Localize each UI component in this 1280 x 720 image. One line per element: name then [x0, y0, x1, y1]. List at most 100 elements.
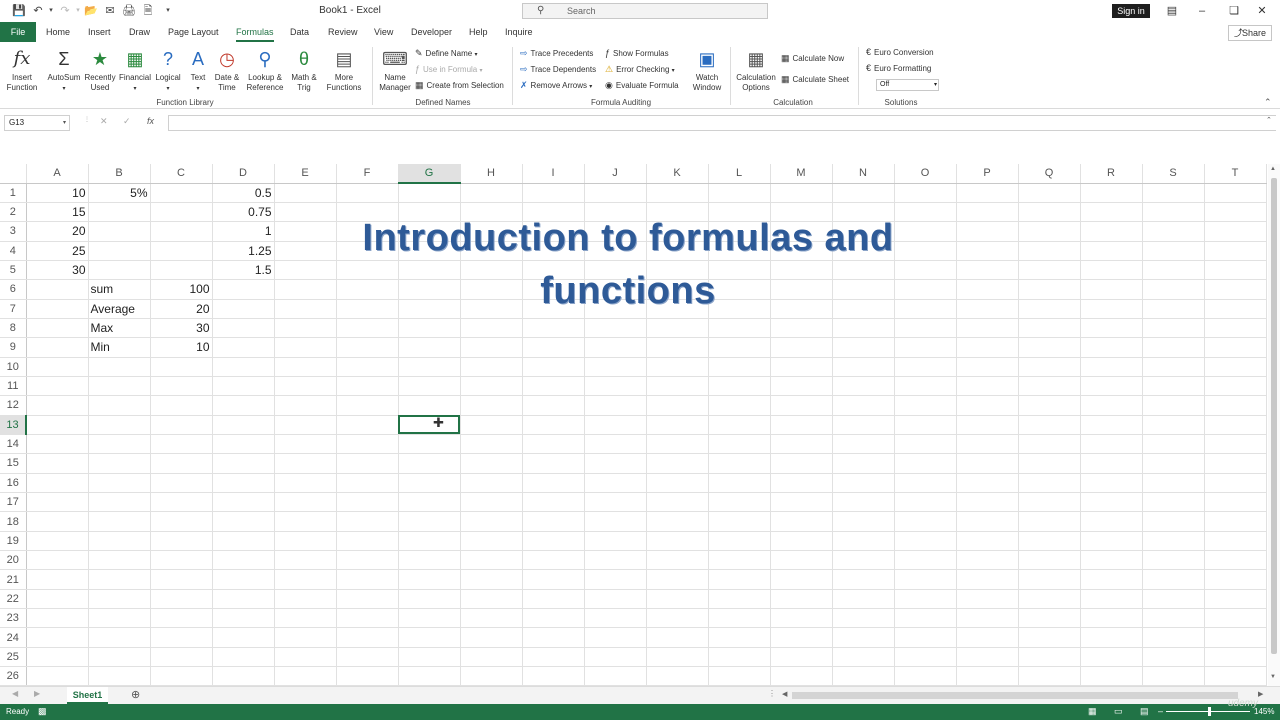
- cell-i25[interactable]: [522, 647, 585, 668]
- cell-d13[interactable]: [212, 415, 275, 435]
- cancel-icon[interactable]: ✕: [100, 116, 108, 127]
- cell-a9[interactable]: [26, 337, 89, 358]
- cell-s13[interactable]: [1142, 415, 1205, 435]
- cell-d19[interactable]: [212, 531, 275, 552]
- cell-t5[interactable]: [1204, 260, 1267, 281]
- cell-t3[interactable]: [1204, 221, 1267, 242]
- cell-b21[interactable]: [88, 569, 151, 590]
- financial-button[interactable]: ▦ Financial ▾: [118, 47, 152, 93]
- cell-a5[interactable]: 30: [26, 260, 89, 281]
- formula-input[interactable]: [168, 115, 1276, 131]
- cell-d4[interactable]: 1.25: [212, 241, 275, 261]
- cell-h25[interactable]: [460, 647, 523, 668]
- cell-r22[interactable]: [1080, 589, 1143, 610]
- cell-o9[interactable]: [894, 337, 957, 358]
- cell-a25[interactable]: [26, 647, 89, 668]
- cell-g15[interactable]: [398, 453, 461, 474]
- cell-n8[interactable]: [832, 318, 895, 339]
- row-header-21[interactable]: 21: [0, 569, 27, 590]
- cell-b20[interactable]: [88, 550, 151, 571]
- column-header-k[interactable]: K: [646, 164, 709, 184]
- cell-o12[interactable]: [894, 395, 957, 416]
- cell-r6[interactable]: [1080, 279, 1143, 300]
- cell-e23[interactable]: [274, 608, 337, 629]
- cell-r20[interactable]: [1080, 550, 1143, 571]
- cell-a23[interactable]: [26, 608, 89, 629]
- sheet-tab-sheet1[interactable]: Sheet1: [67, 687, 108, 704]
- cell-r21[interactable]: [1080, 569, 1143, 590]
- row-header-24[interactable]: 24: [0, 627, 27, 648]
- column-header-m[interactable]: M: [770, 164, 833, 184]
- cell-m18[interactable]: [770, 511, 833, 532]
- cell-d5[interactable]: 1.5: [212, 260, 275, 281]
- cell-o24[interactable]: [894, 627, 957, 648]
- cell-e25[interactable]: [274, 647, 337, 668]
- cell-o17[interactable]: [894, 492, 957, 513]
- cell-s14[interactable]: [1142, 434, 1205, 455]
- cell-q2[interactable]: [1018, 202, 1081, 223]
- horizontal-scroll-thumb[interactable]: [792, 692, 1238, 699]
- cell-o18[interactable]: [894, 511, 957, 532]
- cell-n17[interactable]: [832, 492, 895, 513]
- cell-q1[interactable]: [1018, 183, 1081, 203]
- cell-r19[interactable]: [1080, 531, 1143, 552]
- cell-j15[interactable]: [584, 453, 647, 474]
- cell-t18[interactable]: [1204, 511, 1267, 532]
- cell-r4[interactable]: [1080, 241, 1143, 261]
- cell-g14[interactable]: [398, 434, 461, 455]
- column-header-l[interactable]: L: [708, 164, 771, 184]
- cell-i15[interactable]: [522, 453, 585, 474]
- cell-t2[interactable]: [1204, 202, 1267, 223]
- cell-p15[interactable]: [956, 453, 1019, 474]
- cell-m25[interactable]: [770, 647, 833, 668]
- cell-t4[interactable]: [1204, 241, 1267, 261]
- cell-c9[interactable]: 10: [150, 337, 213, 358]
- cell-m19[interactable]: [770, 531, 833, 552]
- cell-i24[interactable]: [522, 627, 585, 648]
- cell-i11[interactable]: [522, 376, 585, 397]
- prev-sheet-icon[interactable]: ◀: [12, 689, 18, 698]
- cell-b15[interactable]: [88, 453, 151, 474]
- cell-c6[interactable]: 100: [150, 279, 213, 300]
- more-functions-button[interactable]: ▤ More Functions: [322, 47, 366, 93]
- cell-a8[interactable]: [26, 318, 89, 339]
- column-header-i[interactable]: I: [522, 164, 585, 184]
- cell-a15[interactable]: [26, 453, 89, 474]
- cell-s23[interactable]: [1142, 608, 1205, 629]
- cell-p18[interactable]: [956, 511, 1019, 532]
- cell-n16[interactable]: [832, 473, 895, 494]
- add-sheet-icon[interactable]: ⊕: [131, 688, 140, 701]
- cell-q4[interactable]: [1018, 241, 1081, 261]
- cell-g25[interactable]: [398, 647, 461, 668]
- cell-m10[interactable]: [770, 357, 833, 377]
- cell-e11[interactable]: [274, 376, 337, 397]
- cell-i10[interactable]: [522, 357, 585, 377]
- scroll-right-icon[interactable]: ▶: [1258, 690, 1263, 698]
- cell-j20[interactable]: [584, 550, 647, 571]
- cell-h19[interactable]: [460, 531, 523, 552]
- cell-q17[interactable]: [1018, 492, 1081, 513]
- cell-p10[interactable]: [956, 357, 1019, 377]
- cell-d18[interactable]: [212, 511, 275, 532]
- cell-o23[interactable]: [894, 608, 957, 629]
- cell-r25[interactable]: [1080, 647, 1143, 668]
- cell-l15[interactable]: [708, 453, 771, 474]
- column-header-a[interactable]: A: [26, 164, 89, 184]
- column-header-t[interactable]: T: [1204, 164, 1267, 184]
- cell-n14[interactable]: [832, 434, 895, 455]
- cell-s20[interactable]: [1142, 550, 1205, 571]
- cell-a24[interactable]: [26, 627, 89, 648]
- cell-l9[interactable]: [708, 337, 771, 358]
- cell-q20[interactable]: [1018, 550, 1081, 571]
- page-layout-view-icon[interactable]: ▭: [1114, 706, 1123, 717]
- cell-l17[interactable]: [708, 492, 771, 513]
- cell-o25[interactable]: [894, 647, 957, 668]
- cell-d16[interactable]: [212, 473, 275, 494]
- cell-g11[interactable]: [398, 376, 461, 397]
- cell-q10[interactable]: [1018, 357, 1081, 377]
- cell-h16[interactable]: [460, 473, 523, 494]
- cell-d11[interactable]: [212, 376, 275, 397]
- cell-o21[interactable]: [894, 569, 957, 590]
- scroll-up-icon[interactable]: ▲: [1270, 166, 1276, 172]
- cell-b10[interactable]: [88, 357, 151, 377]
